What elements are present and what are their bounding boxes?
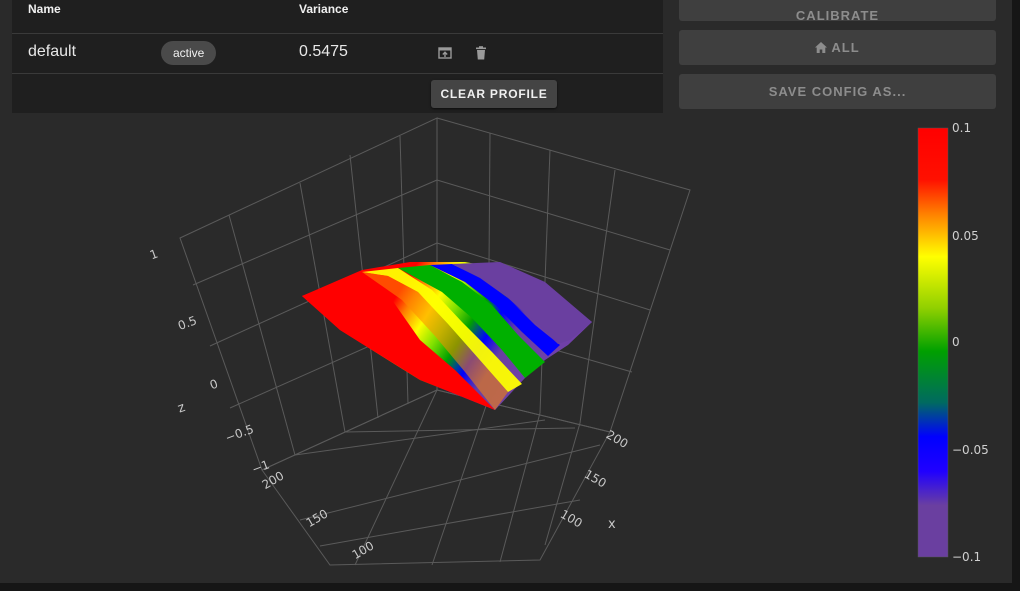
colorbar-tick: −0.05 — [952, 443, 989, 457]
x-tick: 200 — [604, 427, 631, 451]
colorbar-tick: 0.1 — [952, 121, 971, 135]
z-tick: −1 — [250, 457, 271, 476]
x-tick: 150 — [582, 467, 609, 491]
colorbar-tick: 0 — [952, 335, 960, 349]
y-tick: 150 — [304, 506, 331, 530]
surface-plot[interactable]: 1 0.5 0 −0.5 −1 z 200 150 100 200 150 10… — [0, 0, 1012, 583]
z-axis-title: z — [176, 400, 188, 416]
z-tick: 0 — [208, 377, 220, 393]
bottom-border — [0, 583, 1020, 591]
z-tick: 1 — [148, 247, 160, 263]
z-tick: −0.5 — [223, 422, 255, 445]
x-axis: 200 150 100 x — [558, 427, 631, 532]
right-border — [1012, 0, 1020, 591]
colorbar-tick: −0.1 — [952, 550, 981, 564]
surface — [302, 262, 592, 410]
z-tick: 0.5 — [176, 313, 199, 333]
colorbar: 0.1 0.05 0 −0.05 −0.1 — [917, 121, 989, 564]
z-axis: 1 0.5 0 −0.5 −1 z — [148, 247, 271, 477]
colorbar-tick: 0.05 — [952, 229, 979, 243]
x-axis-title: x — [608, 517, 616, 532]
x-tick: 100 — [558, 507, 585, 531]
y-tick: 100 — [350, 538, 377, 562]
